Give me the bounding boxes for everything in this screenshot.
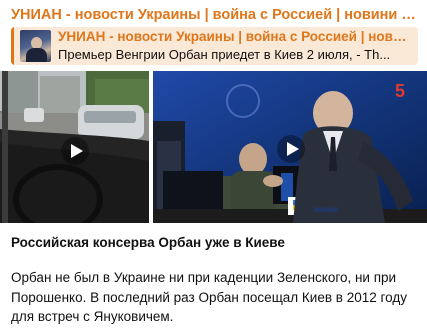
video-thumbnail-left[interactable]: [0, 71, 149, 223]
reply-text: Премьер Венгрии Орбан приедет в Киев 2 и…: [58, 47, 391, 62]
reply-accent-bar: [11, 27, 14, 65]
reply-title: УНИАН - новости Украины | война с Россие…: [58, 29, 408, 44]
channel-5-logo: 5: [395, 81, 406, 101]
nameplate-label: УКРАЇНА: [313, 208, 339, 214]
post-body: Орбан не был в Украине ни при каденции З…: [11, 270, 407, 324]
channel-name[interactable]: УНИАН - новости Украины | война с Россие…: [11, 4, 421, 26]
person-body-shape: [26, 48, 47, 62]
play-icon[interactable]: [61, 137, 89, 165]
reply-preview[interactable]: УНИАН - новости Украины | война с Россие…: [11, 27, 418, 65]
video-thumbnail-right[interactable]: 5 УКРАЇНА: [153, 71, 427, 223]
play-icon[interactable]: [277, 135, 305, 163]
post-caption: Российская консерва Орбан уже в Киеве: [11, 235, 285, 250]
reply-thumbnail: [20, 30, 51, 62]
